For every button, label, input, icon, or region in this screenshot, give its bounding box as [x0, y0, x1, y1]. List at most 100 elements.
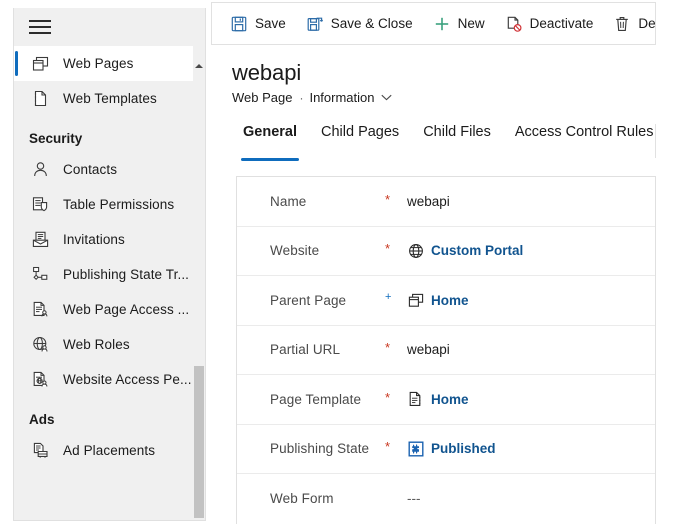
sidebar-item-web-pages[interactable]: Web Pages [14, 46, 195, 81]
field-row-name: Name * webapi [237, 177, 655, 227]
sidebar-item-label: Web Roles [63, 337, 130, 352]
sidebar-item-contacts[interactable]: Contacts [14, 152, 195, 187]
form-selector-label[interactable]: Information [309, 90, 374, 105]
sidebar-item-label: Web Page Access ... [63, 302, 190, 317]
field-label: Partial URL [270, 342, 341, 358]
tab-general[interactable]: General [231, 124, 309, 161]
sidebar-item-ad-placements[interactable]: Ad Placements [14, 433, 195, 468]
field-row-website: Website * Custom Portal [237, 227, 655, 276]
website-access-icon [29, 370, 51, 390]
page-title: webapi [232, 60, 302, 85]
sidebar-item-web-page-access-control-rules[interactable]: Web Page Access ... [14, 292, 195, 327]
sidebar-item-table-permissions[interactable]: Table Permissions [14, 187, 195, 222]
separator-dot: · [299, 90, 304, 105]
tab-label: Child Pages [321, 124, 400, 140]
field-label: Publishing State [270, 441, 370, 457]
tab-access-control-rules[interactable]: Access Control Rules [503, 124, 666, 156]
table-permissions-icon [29, 195, 51, 215]
sidebar-item-publishing-state-transition-rules[interactable]: Publishing State Tr... [14, 257, 195, 292]
web-pages-icon [29, 54, 51, 74]
tab-child-pages[interactable]: Child Pages [309, 124, 411, 156]
invitations-icon [29, 230, 51, 250]
required-marker-icon: * [385, 340, 391, 356]
sidebar-item-web-templates[interactable]: Web Templates [14, 81, 195, 116]
field-value-publishing-state[interactable]: Published [407, 440, 496, 457]
command-label: Save [255, 16, 286, 31]
sidebar-scrollbar-thumb[interactable] [194, 366, 204, 518]
delete-trash-icon [613, 15, 631, 33]
tab-child-files[interactable]: Child Files [411, 124, 503, 156]
web-roles-icon [29, 335, 51, 355]
record-header: webapi Web Page · Information [211, 46, 656, 118]
delete-button[interactable]: Del [603, 3, 656, 44]
sidebar-header [14, 8, 205, 46]
command-bar: Save Save & Close New Deactivate De [211, 2, 656, 45]
command-label: New [457, 16, 485, 31]
field-value-text: webapi [407, 193, 450, 209]
hamburger-icon[interactable] [29, 20, 51, 35]
tab-label: General [243, 124, 297, 140]
tab-label: Child Files [423, 124, 491, 140]
deactivate-icon [505, 15, 523, 33]
field-value-text: webapi [407, 342, 450, 358]
tab-label: Access Control Rules [514, 124, 654, 140]
field-value-text: Published [431, 441, 496, 457]
field-value-web-form[interactable]: --- [407, 491, 421, 506]
sidebar-group-security: Security [14, 116, 195, 152]
sidebar-group-label: Ads [29, 412, 55, 427]
sidebar-item-label: Web Pages [63, 56, 134, 71]
command-label: Del [638, 16, 656, 31]
required-marker-icon: * [385, 241, 391, 257]
sidebar-item-label: Publishing State Tr... [63, 267, 190, 282]
sidebar-item-label: Web Templates [63, 91, 157, 106]
ad-placements-icon [29, 441, 51, 461]
web-page-access-icon [29, 300, 51, 320]
field-value-parent-page[interactable]: Home [407, 292, 469, 309]
required-marker-icon: * [385, 191, 391, 207]
record-subheader: Web Page · Information [232, 90, 393, 105]
sidebar-nav-list: Web Pages Web Templates Security Contact… [14, 46, 195, 468]
sidebar-scrollbar[interactable] [193, 46, 205, 520]
field-label: Parent Page [270, 292, 347, 308]
recommended-marker-icon: + [385, 290, 392, 303]
sidebar-item-web-roles[interactable]: Web Roles [14, 327, 195, 362]
sidebar-item-invitations[interactable]: Invitations [14, 222, 195, 257]
sidebar-item-label: Ad Placements [63, 443, 156, 458]
field-label: Website [270, 243, 320, 259]
field-value-website[interactable]: Custom Portal [407, 242, 523, 259]
plus-icon [433, 15, 451, 33]
web-pages-icon [407, 292, 424, 309]
deactivate-button[interactable]: Deactivate [495, 3, 604, 44]
command-label: Save & Close [330, 16, 413, 31]
field-row-web-form: Web Form --- [237, 474, 655, 524]
save-button[interactable]: Save [220, 3, 296, 44]
sitemap-sidebar: Web Pages Web Templates Security Contact… [13, 8, 206, 521]
field-value-page-template[interactable]: Home [407, 391, 469, 408]
field-value-name[interactable]: webapi [407, 194, 450, 209]
sidebar-item-website-access-permissions[interactable]: Website Access Pe... [14, 362, 195, 397]
field-value-text: Home [431, 391, 469, 407]
page-template-icon [407, 391, 424, 408]
web-templates-icon [29, 89, 51, 109]
entity-name: Web Page [232, 90, 293, 105]
sidebar-item-label: Table Permissions [63, 197, 175, 212]
scroll-up-arrow-icon[interactable] [193, 60, 205, 72]
form-fields-card: Name * webapi Website * Custom Portal Pa… [236, 176, 656, 524]
field-value-text: Custom Portal [431, 243, 524, 259]
field-row-partial-url: Partial URL * webapi [237, 326, 655, 375]
sidebar-group-ads: Ads [14, 397, 195, 433]
save-and-close-button[interactable]: Save & Close [296, 3, 423, 44]
field-value-partial-url[interactable]: webapi [407, 342, 450, 357]
contact-icon [29, 160, 51, 180]
globe-icon [407, 242, 424, 259]
chevron-down-icon[interactable] [381, 92, 393, 104]
sidebar-scroll-region: Web Pages Web Templates Security Contact… [14, 46, 205, 520]
field-row-parent-page: Parent Page + Home [237, 276, 655, 326]
required-marker-icon: * [385, 389, 391, 405]
form-tabs: General Child Pages Child Files Access C… [211, 124, 656, 161]
new-button[interactable]: New [423, 3, 495, 44]
command-label: Deactivate [529, 16, 594, 31]
field-row-publishing-state: Publishing State * Published [237, 425, 655, 474]
required-marker-icon: * [385, 439, 391, 455]
sidebar-item-label: Contacts [63, 162, 118, 177]
